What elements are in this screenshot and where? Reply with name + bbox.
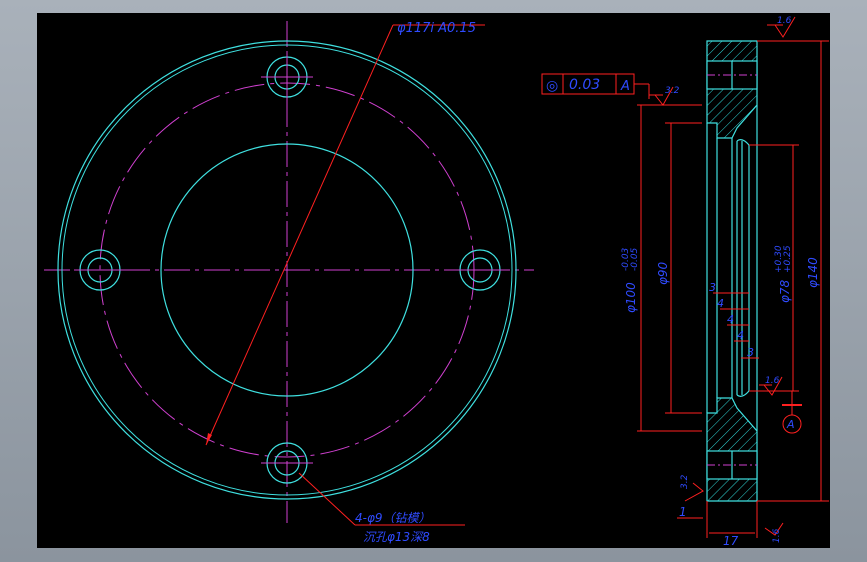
svg-text:1.6: 1.6 bbox=[772, 528, 782, 543]
tolerance-value: 0.03 bbox=[569, 77, 600, 93]
section-view: ◎ 0.03 A φ100 -0.03 -0.05 φ90 φ78 +0.30 … bbox=[541, 16, 829, 548]
roughness-symbol-bottom: 1.6 bbox=[764, 522, 784, 543]
hole-note-line2: 沉孔φ13深8 bbox=[363, 530, 430, 544]
groove-dim-1: 3 bbox=[709, 281, 716, 294]
groove-dim-4: 4 bbox=[737, 329, 744, 342]
roughness-symbol-lower-left: 3.2 bbox=[680, 474, 704, 502]
tolerance-frame: ◎ 0.03 A bbox=[541, 73, 650, 99]
svg-text:1.6: 1.6 bbox=[777, 16, 792, 26]
dim-thickness: 17 bbox=[723, 534, 739, 548]
roughness-symbol-top: 1.6 bbox=[767, 16, 796, 38]
groove-dim-2: 4 bbox=[717, 297, 724, 310]
svg-text:3.2: 3.2 bbox=[680, 474, 690, 489]
section-profile-lines bbox=[706, 105, 758, 431]
cad-window-frame: φ117i A0.15 4-φ9（钻模） 沉孔φ13深8 ◎ 0.03 A φ1… bbox=[0, 0, 867, 562]
dim-d100-lower: -0.05 bbox=[630, 247, 640, 271]
drawing-canvas[interactable]: φ117i A0.15 4-φ9（钻模） 沉孔φ13深8 ◎ 0.03 A φ1… bbox=[37, 13, 830, 548]
roughness-symbol-left: 3.2 bbox=[649, 86, 680, 106]
dim-d140: φ140 bbox=[806, 257, 820, 288]
front-view: φ117i A0.15 4-φ9（钻模） 沉孔φ13深8 bbox=[44, 21, 534, 544]
dim-d78: φ78 bbox=[778, 279, 792, 303]
dim-step: 1 bbox=[679, 505, 687, 519]
svg-text:3.2: 3.2 bbox=[665, 86, 680, 96]
hole-note-line1: 4-φ9（钻模） bbox=[355, 511, 431, 525]
cad-drawing: φ117i A0.15 4-φ9（钻模） 沉孔φ13深8 ◎ 0.03 A φ1… bbox=[44, 16, 829, 548]
groove-dim-3: 4 bbox=[727, 313, 734, 326]
hole-note-leader bbox=[298, 472, 356, 526]
dim-d90: φ90 bbox=[656, 261, 670, 285]
datum-marker: A bbox=[782, 391, 802, 434]
dim-d78-lower: +0.25 bbox=[783, 245, 793, 273]
bolt-circle-dimension-line bbox=[205, 24, 394, 446]
svg-text:1.6: 1.6 bbox=[765, 376, 780, 386]
datum-letter: A bbox=[786, 418, 795, 431]
tolerance-datum: A bbox=[620, 79, 630, 94]
roughness-symbol-inner: 1.6 bbox=[759, 376, 783, 396]
section-hatch-bottom bbox=[706, 397, 758, 502]
bolt-circle-label: φ117i A0.15 bbox=[397, 21, 476, 36]
dim-d100: φ100 bbox=[624, 282, 638, 313]
groove-dim-5: 3 bbox=[747, 346, 754, 359]
concentricity-symbol: ◎ bbox=[546, 78, 558, 94]
